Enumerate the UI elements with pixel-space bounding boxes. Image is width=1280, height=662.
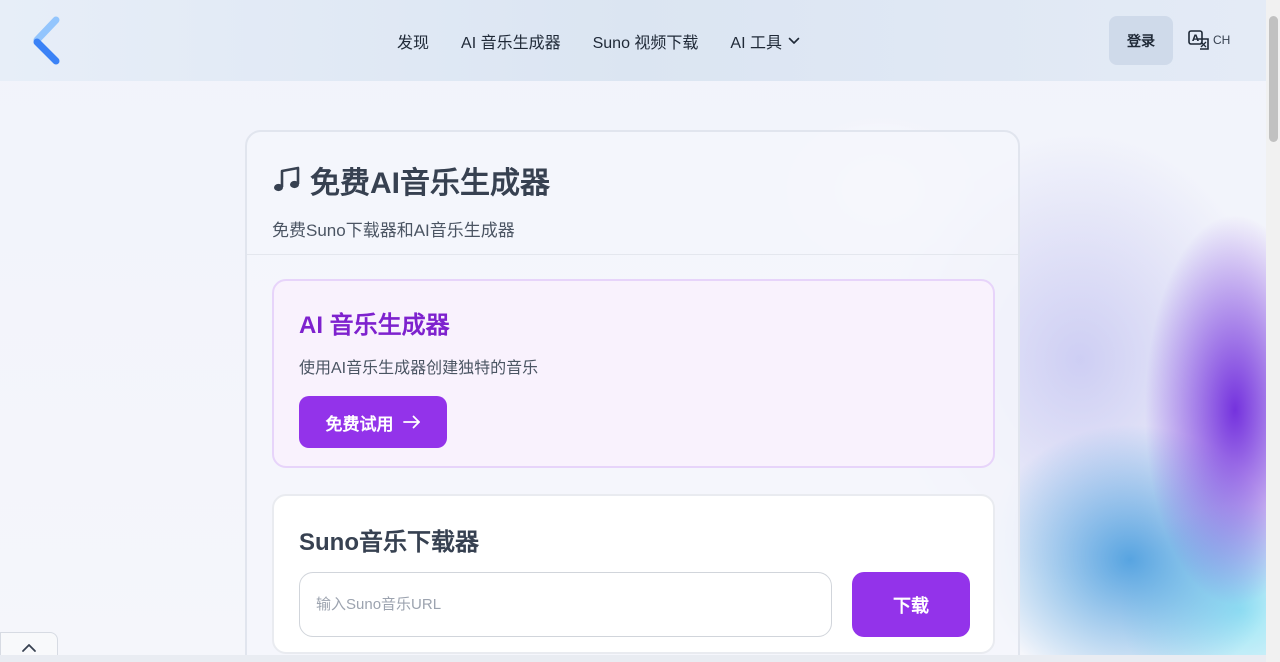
- page-title-text: 免费AI音乐生成器: [310, 167, 550, 200]
- main-card: 免费AI音乐生成器 免费Suno下载器和AI音乐生成器 AI 音乐生成器 使用A…: [245, 130, 1020, 662]
- language-label: CH: [1213, 33, 1231, 47]
- downloader-title: Suno音乐下载器: [299, 529, 479, 556]
- downloader-row: 下载: [299, 572, 993, 637]
- scrollbar-thumb[interactable]: [1269, 16, 1278, 142]
- site-header: 发现 AI 音乐生成器 Suno 视频下载 AI 工具 登录 A CH: [0, 0, 1266, 81]
- nav-item-label: Suno 视频下载: [592, 35, 699, 52]
- nav-item-discover[interactable]: 发现: [397, 29, 429, 53]
- card-header: 免费AI音乐生成器 免费Suno下载器和AI音乐生成器: [247, 132, 1018, 255]
- logo-icon[interactable]: [28, 14, 68, 68]
- language-switcher[interactable]: A CH: [1188, 30, 1230, 50]
- chevron-down-icon: [788, 37, 800, 44]
- free-trial-label: 免费试用: [325, 414, 394, 434]
- nav-item-ai-music-generator[interactable]: AI 音乐生成器: [461, 29, 561, 53]
- generator-title: AI 音乐生成器: [299, 312, 450, 339]
- horizontal-scrollbar[interactable]: [0, 655, 1266, 662]
- generator-description: 使用AI音乐生成器创建独特的音乐: [299, 360, 539, 377]
- suno-url-input[interactable]: [299, 572, 832, 637]
- chevron-up-icon: [22, 643, 36, 652]
- translate-icon: A: [1188, 30, 1209, 50]
- nav-item-label: AI 工具: [730, 35, 782, 52]
- main-nav: 发现 AI 音乐生成器 Suno 视频下载 AI 工具: [397, 29, 832, 53]
- music-note-icon: [274, 166, 300, 192]
- page-title: 免费AI音乐生成器: [272, 158, 1018, 202]
- svg-text:A: A: [1192, 34, 1199, 44]
- free-trial-button[interactable]: 免费试用: [299, 396, 447, 448]
- nav-item-label: 发现: [397, 35, 430, 52]
- download-button[interactable]: 下载: [852, 572, 970, 637]
- arrow-right-icon: [402, 415, 420, 429]
- suno-downloader-panel: Suno音乐下载器 下载: [272, 494, 995, 654]
- login-button[interactable]: 登录: [1109, 16, 1173, 65]
- vertical-scrollbar[interactable]: [1266, 0, 1280, 662]
- nav-item-label: AI 音乐生成器: [461, 35, 561, 52]
- page-subtitle: 免费Suno下载器和AI音乐生成器: [272, 221, 515, 240]
- nav-item-ai-tools[interactable]: AI 工具: [730, 29, 800, 53]
- ai-generator-panel: AI 音乐生成器 使用AI音乐生成器创建独特的音乐 免费试用: [272, 279, 995, 468]
- nav-item-suno-video-download[interactable]: Suno 视频下载: [593, 29, 699, 53]
